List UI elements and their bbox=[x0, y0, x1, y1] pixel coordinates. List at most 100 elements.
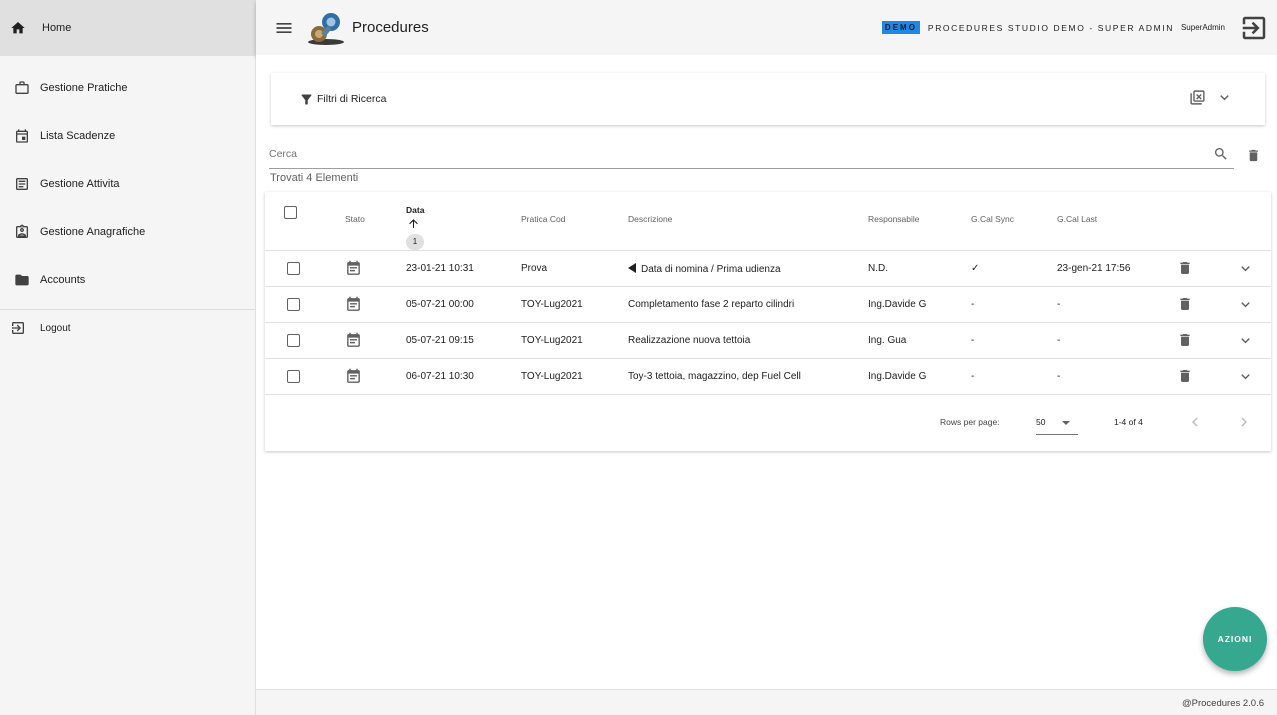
sidebar-item-label: Lista Scadenze bbox=[40, 130, 116, 142]
event-note-icon bbox=[345, 260, 362, 277]
cell-descrizione: Completamento fase 2 reparto cilindri bbox=[628, 299, 795, 310]
cell-data: 23-01-21 10:31 bbox=[406, 263, 474, 274]
user-label: SuperAdmin bbox=[1180, 23, 1225, 32]
chevron-down-icon[interactable] bbox=[1216, 89, 1233, 106]
cell-descrizione-text: Data di nomina / Prima udienza bbox=[641, 264, 781, 275]
table-row[interactable]: 05-07-21 00:00 TOY-Lug2021 Completamento… bbox=[265, 287, 1271, 323]
cell-responsabile: Ing. Gua bbox=[868, 335, 907, 346]
column-header-descrizione[interactable]: Descrizione bbox=[628, 214, 672, 224]
app-header: Procedures DEMO PROCEDURES STUDIO DEMO -… bbox=[256, 0, 1277, 55]
header-right: DEMO PROCEDURES STUDIO DEMO - SUPER ADMI… bbox=[881, 0, 1277, 55]
calendar-icon bbox=[14, 128, 30, 144]
column-header-gcal-sync[interactable]: G.Cal Sync bbox=[971, 214, 1014, 224]
cell-responsabile: Ing.Davide G bbox=[868, 371, 927, 382]
table-row[interactable]: 23-01-21 10:31 Prova Data di nomina / Pr… bbox=[265, 251, 1271, 287]
row-checkbox[interactable] bbox=[287, 262, 300, 275]
cell-pratica-cod: TOY-Lug2021 bbox=[521, 299, 583, 310]
select-all-checkbox[interactable] bbox=[284, 206, 297, 219]
cell-gcal-sync: - bbox=[971, 299, 975, 310]
column-header-responsabile[interactable]: Responsabile bbox=[868, 214, 920, 224]
delete-icon[interactable] bbox=[1177, 332, 1193, 348]
cell-gcal-sync: ✓ bbox=[971, 263, 980, 274]
rows-per-page-select[interactable]: 50 bbox=[1036, 409, 1078, 435]
cell-descrizione: Realizzazione nuova tettoia bbox=[628, 335, 751, 346]
cell-data: 05-07-21 00:00 bbox=[406, 299, 474, 310]
table-row[interactable]: 06-07-21 10:30 TOY-Lug2021 Toy-3 tettoia… bbox=[265, 359, 1271, 395]
contact-badge-icon bbox=[14, 224, 30, 240]
sidebar-item-home[interactable]: Home bbox=[0, 0, 255, 56]
cell-gcal-sync: - bbox=[971, 371, 975, 382]
pagination-range: 1-4 of 4 bbox=[1114, 417, 1143, 427]
cell-gcal-last: - bbox=[1057, 299, 1061, 310]
sidebar-item-logout[interactable]: Logout bbox=[0, 310, 255, 346]
sidebar-item-label: Home bbox=[42, 22, 72, 34]
cell-gcal-sync: - bbox=[971, 335, 975, 346]
search-icon[interactable] bbox=[1213, 146, 1229, 162]
azioni-fab-button[interactable]: AZIONI bbox=[1203, 607, 1267, 671]
event-note-icon bbox=[345, 332, 362, 349]
table-row[interactable]: 05-07-21 09:15 TOY-Lug2021 Realizzazione… bbox=[265, 323, 1271, 359]
sort-order-badge: 1 bbox=[406, 234, 424, 250]
main-content: Filtri di Ricerca Trovati 4 Elementi Sta… bbox=[256, 55, 1277, 689]
menu-icon[interactable] bbox=[274, 18, 294, 38]
cell-pratica-cod: Prova bbox=[521, 263, 548, 274]
cell-pratica-cod: TOY-Lug2021 bbox=[521, 335, 583, 346]
search-field bbox=[269, 137, 1234, 169]
home-icon bbox=[10, 20, 26, 36]
arrow-up-icon bbox=[407, 217, 420, 230]
filter-panel[interactable]: Filtri di Ricerca bbox=[271, 73, 1265, 125]
briefcase-icon bbox=[14, 80, 30, 96]
footer: @Procedures 2.0.6 bbox=[256, 689, 1277, 715]
results-table: Stato Data 1 Pratica Cod Descrizione Res… bbox=[265, 192, 1271, 451]
delete-search-icon[interactable] bbox=[1246, 148, 1261, 163]
cell-descrizione: Toy-3 tettoia, magazzino, dep Fuel Cell bbox=[628, 371, 801, 382]
sidebar-item-label: Gestione Pratiche bbox=[40, 82, 128, 94]
clear-filters-icon[interactable] bbox=[1189, 89, 1206, 106]
filter-actions bbox=[1189, 89, 1233, 106]
table-pagination: Rows per page: 50 1-4 of 4 bbox=[265, 395, 1271, 451]
rows-per-page-label: Rows per page: bbox=[940, 417, 1000, 427]
cell-data: 05-07-21 09:15 bbox=[406, 335, 474, 346]
event-note-icon bbox=[345, 296, 362, 313]
sidebar: Home Gestione Pratiche Lista Scadenze Ge… bbox=[0, 0, 256, 715]
row-checkbox[interactable] bbox=[287, 298, 300, 311]
sidebar-item-label: Logout bbox=[40, 322, 71, 334]
cell-pratica-cod: TOY-Lug2021 bbox=[521, 371, 583, 382]
exit-icon[interactable] bbox=[1239, 13, 1269, 43]
cell-responsabile: N.D. bbox=[868, 263, 888, 274]
filter-icon bbox=[299, 92, 314, 107]
caret-down-icon bbox=[1062, 421, 1070, 425]
chevron-down-icon[interactable] bbox=[1237, 368, 1254, 385]
app-title: Procedures bbox=[352, 19, 429, 36]
delete-icon[interactable] bbox=[1177, 260, 1193, 276]
column-header-pratica-cod[interactable]: Pratica Cod bbox=[521, 214, 565, 224]
sidebar-item-accounts[interactable]: Accounts bbox=[0, 256, 255, 304]
column-header-gcal-last[interactable]: G.Cal Last bbox=[1057, 214, 1097, 224]
delete-icon[interactable] bbox=[1177, 368, 1193, 384]
triangle-left-icon bbox=[628, 263, 636, 273]
folder-icon bbox=[14, 272, 30, 288]
studio-label: PROCEDURES STUDIO DEMO - SUPER ADMIN bbox=[927, 22, 1174, 33]
rows-per-page-value: 50 bbox=[1036, 417, 1046, 427]
cell-responsabile: Ing.Davide G bbox=[868, 299, 927, 310]
table-header: Stato Data 1 Pratica Cod Descrizione Res… bbox=[265, 192, 1271, 251]
chevron-down-icon[interactable] bbox=[1237, 296, 1254, 313]
demo-badge: DEMO bbox=[881, 21, 920, 34]
sidebar-item-lista-scadenze[interactable]: Lista Scadenze bbox=[0, 112, 255, 160]
chevron-down-icon[interactable] bbox=[1237, 260, 1254, 277]
chevron-down-icon[interactable] bbox=[1237, 332, 1254, 349]
search-input[interactable] bbox=[269, 145, 1169, 160]
delete-icon[interactable] bbox=[1177, 296, 1193, 312]
sidebar-item-gestione-anagrafiche[interactable]: Gestione Anagrafiche bbox=[0, 208, 255, 256]
sidebar-item-gestione-attivita[interactable]: Gestione Attivita bbox=[0, 160, 255, 208]
cell-gcal-last: - bbox=[1057, 371, 1061, 382]
sidebar-item-gestione-pratiche[interactable]: Gestione Pratiche bbox=[0, 64, 255, 112]
row-checkbox[interactable] bbox=[287, 334, 300, 347]
chevron-right-icon[interactable] bbox=[1235, 413, 1253, 431]
column-header-stato[interactable]: Stato bbox=[345, 214, 365, 224]
row-checkbox[interactable] bbox=[287, 370, 300, 383]
filter-title: Filtri di Ricerca bbox=[317, 93, 387, 105]
event-note-icon bbox=[345, 368, 362, 385]
column-header-data[interactable]: Data bbox=[406, 205, 424, 215]
chevron-left-icon[interactable] bbox=[1186, 413, 1204, 431]
